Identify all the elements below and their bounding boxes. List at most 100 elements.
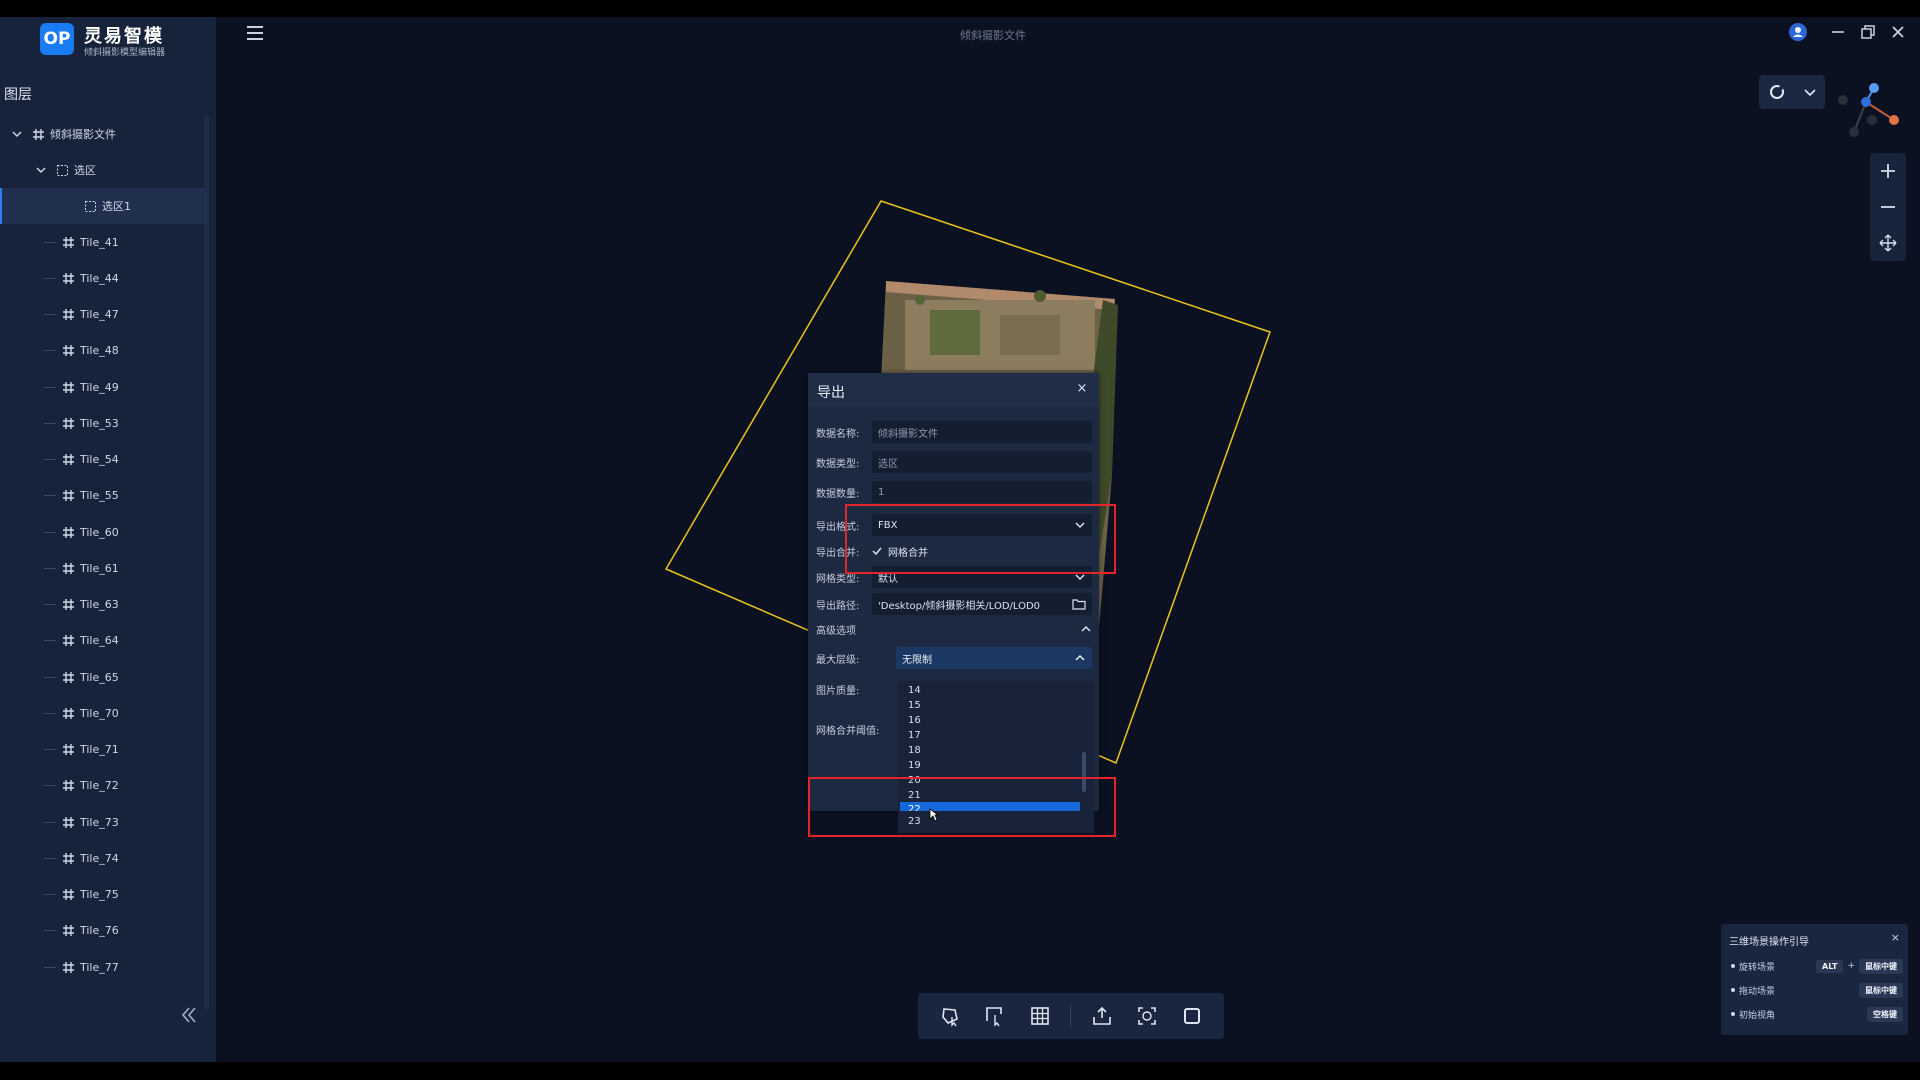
grid-icon — [60, 814, 76, 830]
field-data-type: 数据类型: 选区 — [816, 450, 1092, 474]
tree-node-tile[interactable]: Tile_73 — [0, 804, 205, 840]
axis-gizmo[interactable] — [1834, 78, 1904, 148]
bullet-icon — [1731, 1012, 1735, 1016]
tree-node-label: 倾斜摄影文件 — [50, 128, 116, 141]
menu-button[interactable] — [244, 22, 266, 44]
tree-node-tile[interactable]: Tile_61 — [0, 550, 205, 586]
tree-node-tile[interactable]: Tile_41 — [0, 224, 205, 260]
user-avatar[interactable] — [1788, 22, 1808, 42]
tree-node-tile[interactable]: Tile_74 — [0, 840, 205, 876]
tree-node-label: Tile_70 — [80, 706, 119, 720]
tree-node-tile[interactable]: Tile_70 — [0, 695, 205, 731]
field-value: 1 — [878, 486, 885, 498]
rect-select-button[interactable] — [981, 1002, 1009, 1030]
data-name-input[interactable]: 倾斜摄影文件 — [872, 421, 1092, 443]
field-label: 数据数量: — [816, 488, 860, 500]
data-type-input[interactable]: 选区 — [872, 451, 1092, 473]
grid-icon — [60, 959, 76, 975]
tree-node-tile[interactable]: Tile_47 — [0, 297, 205, 333]
grid-icon — [60, 669, 76, 685]
export-path-input[interactable]: 'Desktop/倾斜摄影相关/LOD/LOD0 — [872, 593, 1092, 615]
highlight-box-level — [808, 777, 1116, 837]
tree-connector — [44, 495, 56, 497]
field-value: 倾斜摄影文件 — [878, 428, 938, 440]
max-level-select[interactable]: 无限制 — [896, 647, 1092, 669]
tree-node-label: 选区1 — [102, 200, 131, 213]
tree-node-label: Tile_75 — [80, 888, 119, 901]
dropdown-option[interactable]: 16 — [898, 713, 1084, 728]
close-window-button[interactable] — [1888, 22, 1908, 42]
bullet-icon — [1731, 988, 1735, 992]
tree-node-label: Tile_65 — [80, 670, 119, 684]
tree-node-root[interactable]: 倾斜摄影文件 — [0, 116, 205, 152]
dropdown-option[interactable]: 15 — [898, 698, 1084, 713]
chevron-up-icon[interactable] — [1080, 623, 1092, 635]
advanced-options-header[interactable]: 高级选项 — [816, 617, 1092, 641]
tree-node-label: Tile_44 — [80, 271, 119, 285]
tree-node-group[interactable]: 选区 — [0, 152, 205, 188]
plus-sign: + — [1847, 961, 1855, 971]
grid-tiles-button[interactable] — [1026, 1002, 1054, 1030]
grid-icon — [60, 887, 76, 903]
restore-button[interactable] — [1858, 22, 1878, 42]
pan-move-icon[interactable] — [1879, 234, 1897, 252]
field-label: 导出路径: — [816, 600, 860, 612]
tree-node-label: Tile_55 — [80, 489, 119, 503]
tree-connector — [44, 857, 56, 859]
view-mode-dropdown[interactable] — [1759, 75, 1825, 109]
data-count-input[interactable]: 1 — [872, 481, 1092, 503]
dropdown-option[interactable]: 17 — [898, 728, 1084, 743]
tree-node-tile[interactable]: Tile_55 — [0, 478, 205, 514]
tree-node-tile[interactable]: Tile_53 — [0, 405, 205, 441]
focus-frame-icon — [1138, 1007, 1156, 1025]
tree-connector — [44, 966, 56, 968]
polygon-select-button[interactable] — [936, 1002, 964, 1030]
export-button[interactable] — [1088, 1002, 1116, 1030]
grid-icon — [60, 307, 76, 323]
zoom-out-icon[interactable] — [1879, 198, 1897, 216]
dialog-close-button[interactable]: × — [1075, 382, 1089, 396]
fullscreen-button[interactable] — [1178, 1002, 1206, 1030]
grid-icon — [60, 633, 76, 649]
dropdown-option[interactable]: 14 — [898, 683, 1084, 698]
focus-frame-button[interactable] — [1133, 1002, 1161, 1030]
collapse-sidebar-button[interactable] — [176, 1002, 202, 1028]
dialog-title: 导出 — [817, 385, 845, 401]
dropdown-option[interactable]: 19 — [898, 758, 1084, 773]
tree-node-tile[interactable]: Tile_72 — [0, 768, 205, 804]
guide-action-label: 旋转场景 — [1739, 962, 1776, 973]
polygon-select-icon — [942, 1008, 959, 1027]
chevron-down-icon[interactable] — [34, 163, 48, 177]
tree-node-selection-1[interactable]: 选区1 — [0, 188, 207, 224]
field-data-count: 数据数量: 1 — [816, 480, 1092, 504]
chevron-up-icon — [1075, 654, 1085, 661]
tree-node-tile[interactable]: Tile_54 — [0, 442, 205, 478]
tree-node-tile[interactable]: Tile_60 — [0, 514, 205, 550]
grid-icon — [60, 560, 76, 576]
grid-icon — [30, 126, 46, 142]
window-top-strip — [0, 0, 1920, 17]
tree-node-tile[interactable]: Tile_77 — [0, 949, 205, 985]
selection-box-icon — [54, 162, 70, 178]
minimize-button[interactable] — [1828, 22, 1848, 42]
tree-node-tile[interactable]: Tile_64 — [0, 623, 205, 659]
tree-connector — [44, 676, 56, 678]
folder-icon[interactable] — [1072, 598, 1086, 610]
dropdown-option[interactable]: 18 — [898, 743, 1084, 758]
tree-node-tile[interactable]: Tile_63 — [0, 587, 205, 623]
tree-node-tile[interactable]: Tile_75 — [0, 877, 205, 913]
tree-node-tile[interactable]: Tile_76 — [0, 913, 205, 949]
tree-node-tile[interactable]: Tile_71 — [0, 732, 205, 768]
advanced-title: 高级选项 — [816, 625, 856, 637]
tree-node-tile[interactable]: Tile_48 — [0, 333, 205, 369]
tree-node-tile[interactable]: Tile_49 — [0, 369, 205, 405]
logo-badge: OP — [40, 23, 74, 55]
tree-node-tile[interactable]: Tile_65 — [0, 659, 205, 695]
chevron-down-icon[interactable] — [10, 127, 24, 141]
zoom-in-icon[interactable] — [1879, 162, 1897, 180]
tree-node-tile[interactable]: Tile_44 — [0, 260, 205, 296]
tree-node-label: Tile_53 — [80, 416, 119, 430]
guide-close-button[interactable]: × — [1891, 931, 1900, 944]
double-chevron-left-icon — [181, 1007, 196, 1023]
tree-connector — [44, 785, 56, 787]
